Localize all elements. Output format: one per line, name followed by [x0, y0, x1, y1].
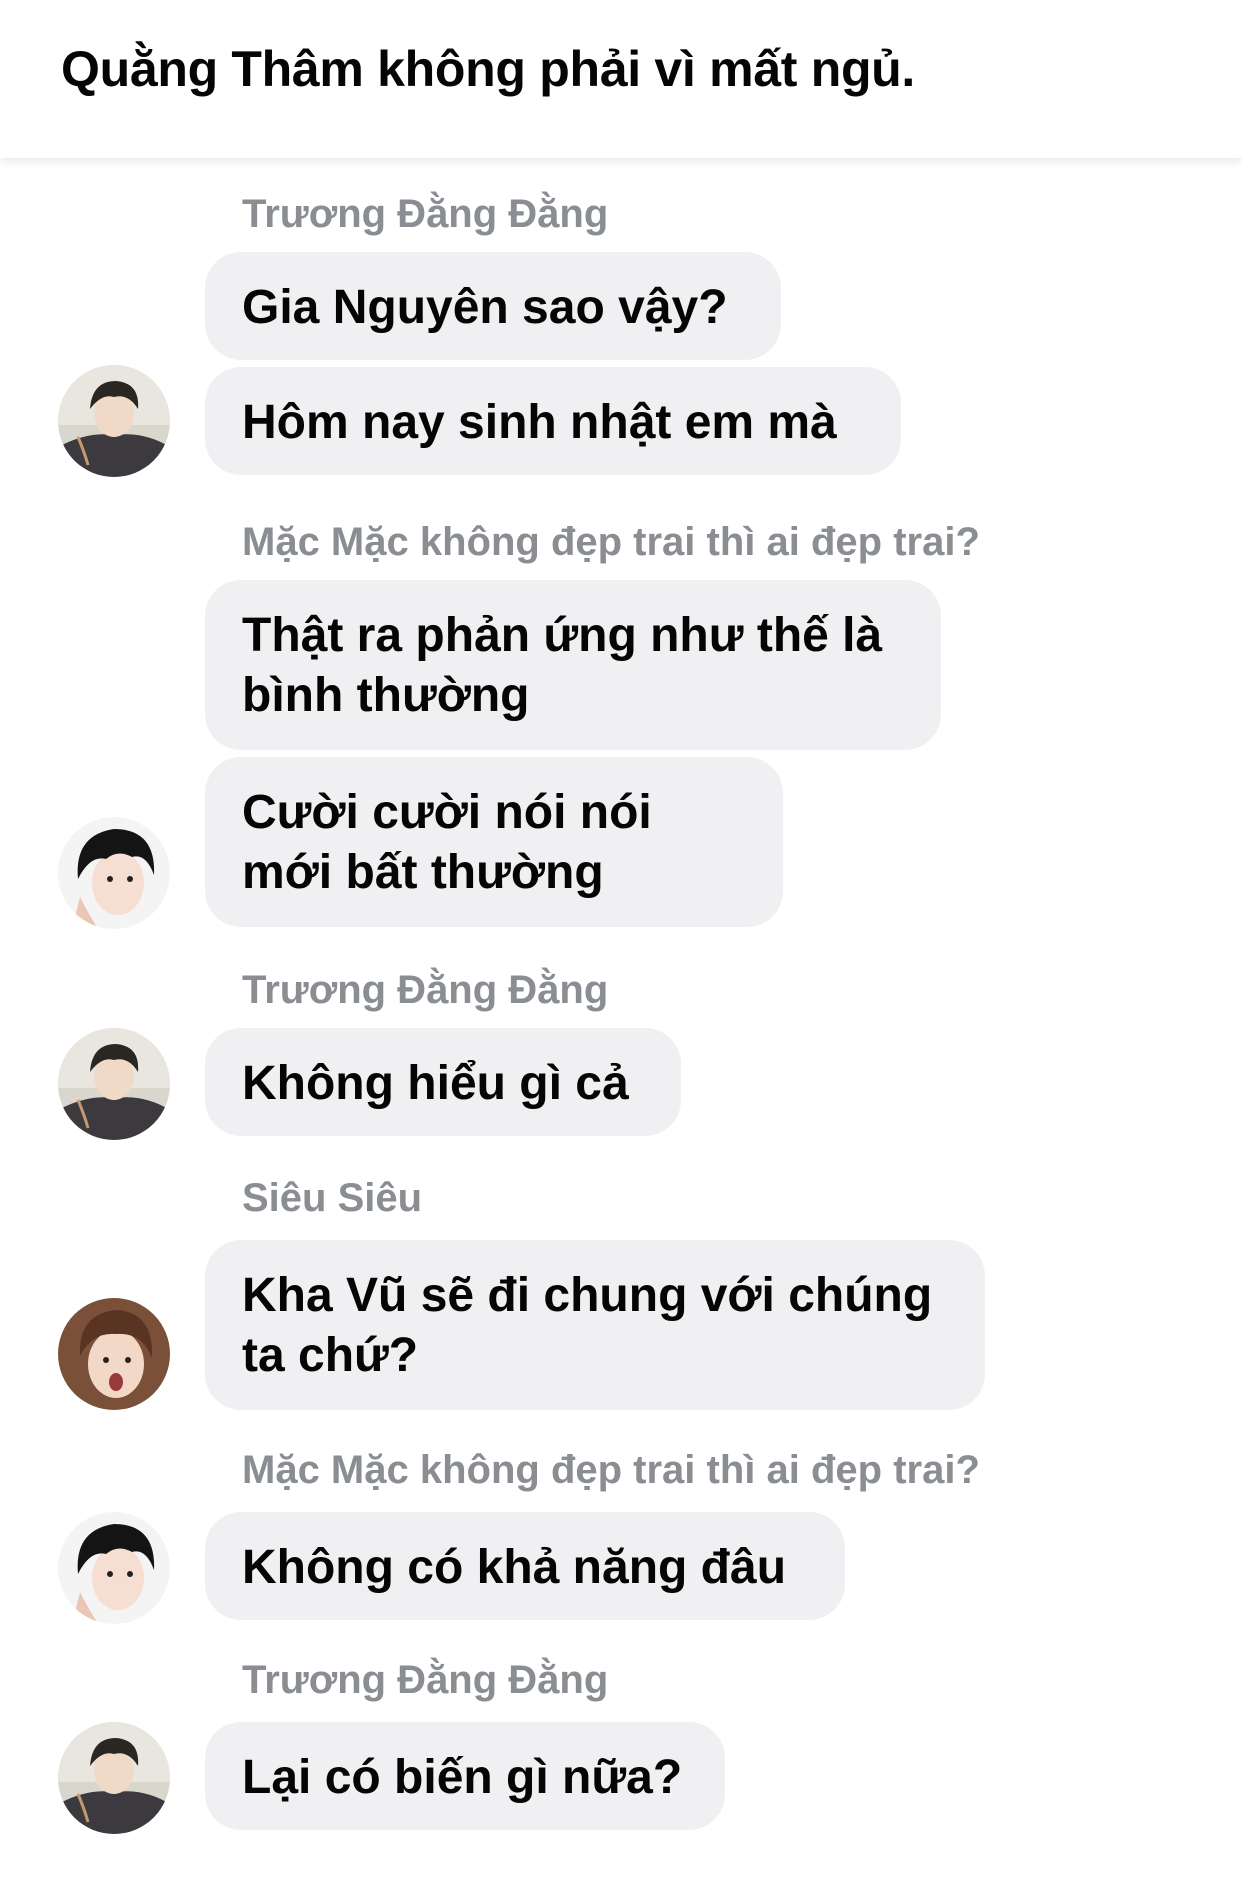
avatar-icon[interactable] [58, 1722, 170, 1834]
message-text: Không có khả năng đâu [242, 1541, 787, 1594]
avatar-icon[interactable] [58, 1028, 170, 1140]
sender-name: Mặc Mặc không đẹp trai thì ai đẹp trai? [242, 520, 980, 564]
message-text: Gia Nguyên sao vậy? [242, 281, 728, 334]
avatar-icon[interactable] [58, 365, 170, 477]
message-text: Không hiểu gì cả [242, 1057, 629, 1110]
message-bubble[interactable]: Thật ra phản ứng như thế là bình thường [205, 580, 941, 750]
sender-name: Trương Đằng Đằng [242, 968, 609, 1012]
message-text: Thật ra phản ứng như thế là bình thường [242, 609, 883, 722]
sender-name: Trương Đằng Đằng [242, 1658, 609, 1702]
message-bubble[interactable]: Hôm nay sinh nhật em mà [205, 367, 901, 475]
message-text: Cười cười nói nói mới bất thường [242, 786, 652, 899]
message-bubble[interactable]: Không có khả năng đâu [205, 1512, 845, 1620]
sender-name: Mặc Mặc không đẹp trai thì ai đẹp trai? [242, 1448, 980, 1492]
message-thread[interactable]: Trương Đằng Đằng Gia Nguyên sao vậy? Hôm… [0, 158, 1242, 1889]
message-bubble[interactable]: Kha Vũ sẽ đi chung với chúng ta chứ? [205, 1240, 985, 1410]
message-text: Hôm nay sinh nhật em mà [242, 396, 837, 449]
avatar-icon[interactable] [58, 1298, 170, 1410]
sender-name: Siêu Siêu [242, 1176, 423, 1220]
chat-header: Quằng Thâm không phải vì mất ngủ. [0, 0, 1242, 158]
avatar-icon[interactable] [58, 1512, 170, 1624]
chat-title: Quằng Thâm không phải vì mất ngủ. [61, 41, 916, 97]
message-bubble[interactable]: Không hiểu gì cả [205, 1028, 681, 1136]
message-bubble[interactable]: Cười cười nói nói mới bất thường [205, 757, 783, 927]
message-bubble[interactable]: Lại có biến gì nữa? [205, 1722, 725, 1830]
message-text: Kha Vũ sẽ đi chung với chúng ta chứ? [242, 1269, 933, 1382]
sender-name: Trương Đằng Đằng [242, 192, 609, 236]
message-text: Lại có biến gì nữa? [242, 1751, 683, 1804]
message-bubble[interactable]: Gia Nguyên sao vậy? [205, 252, 781, 360]
avatar-icon[interactable] [58, 817, 170, 929]
